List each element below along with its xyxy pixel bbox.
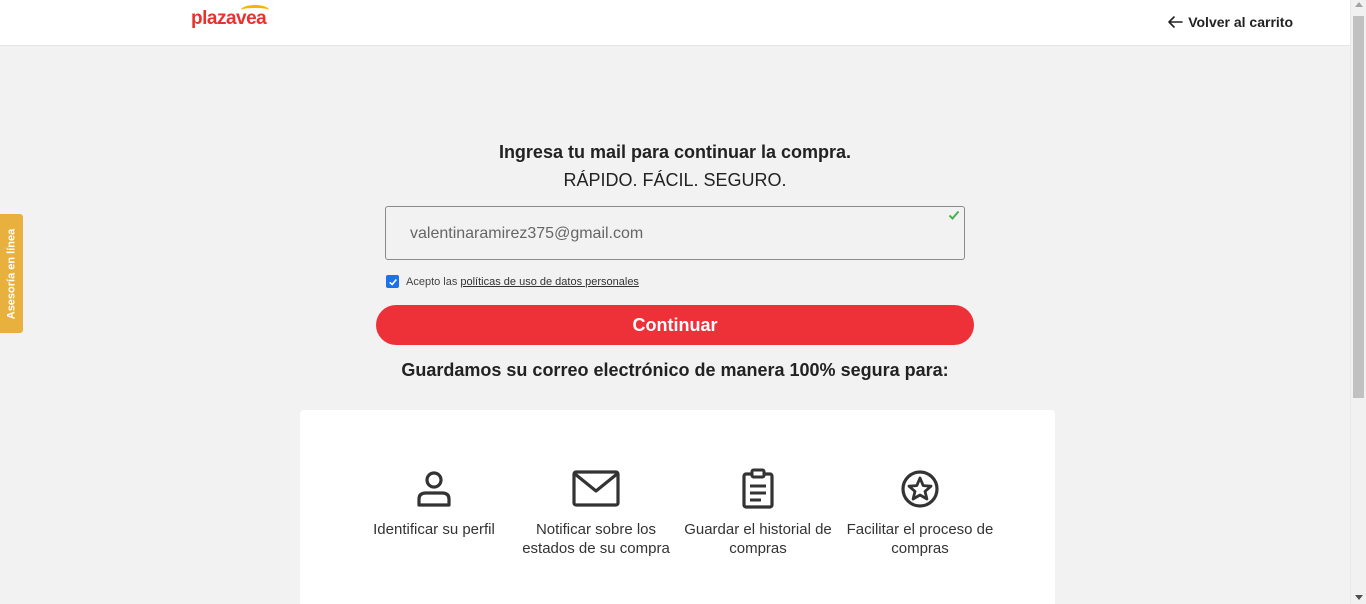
- feature-save-history: Guardar el historial de compras: [683, 468, 833, 558]
- feature-notify-status: Notificar sobre los estados de su compra: [521, 468, 671, 558]
- back-to-cart-label: Volver al carrito: [1188, 14, 1293, 30]
- feature-label: Identificar su perfil: [373, 521, 495, 538]
- user-icon: [417, 471, 451, 507]
- terms-row: Acepto las políticas de uso de datos per…: [386, 275, 639, 288]
- clipboard-icon: [742, 468, 774, 509]
- arrow-left-icon: [1168, 16, 1184, 28]
- terms-checkbox[interactable]: [386, 275, 399, 288]
- star-icon: [901, 470, 939, 508]
- plazavea-logo[interactable]: plazavea: [191, 5, 269, 30]
- feature-label: Facilitar el proceso de compras: [846, 521, 994, 557]
- scroll-up-arrow-icon[interactable]: [1355, 2, 1363, 7]
- online-help-tab[interactable]: Asesoría en línea: [0, 214, 23, 333]
- terms-prefix: Acepto las: [406, 275, 458, 288]
- checkmark-icon: [388, 278, 397, 286]
- scroll-thumb[interactable]: [1353, 16, 1364, 398]
- feature-label: Guardar el historial de compras: [684, 521, 832, 557]
- feature-identify-profile: Identificar su perfil: [359, 468, 509, 539]
- feature-ease-purchase: Facilitar el proceso de compras: [845, 468, 995, 558]
- email-input[interactable]: valentinaramirez375@gmail.com: [385, 206, 965, 260]
- online-help-label: Asesoría en línea: [5, 228, 18, 319]
- privacy-policy-link[interactable]: políticas de uso de datos personales: [460, 276, 639, 288]
- scroll-down-arrow-icon[interactable]: [1355, 595, 1363, 600]
- feature-label: Notificar sobre los estados de su compra: [522, 521, 670, 557]
- mail-icon: [572, 470, 620, 507]
- scrollbar[interactable]: [1350, 0, 1366, 604]
- secure-title: Guardamos su correo electrónico de maner…: [401, 360, 949, 380]
- logo-swoosh: [241, 5, 269, 15]
- valid-check-icon: [948, 210, 960, 220]
- continue-button[interactable]: Continuar: [376, 305, 974, 345]
- page-subtitle: RÁPIDO. FÁCIL. SEGURO.: [563, 170, 787, 190]
- email-input-value: valentinaramirez375@gmail.com: [410, 225, 644, 242]
- back-to-cart-link[interactable]: Volver al carrito: [1166, 13, 1293, 31]
- logo-plaza-text: plaza: [191, 8, 237, 29]
- features-card: Identificar su perfil Notificar sobre lo…: [300, 410, 1055, 604]
- header: plazavea Volver al carrito: [0, 0, 1350, 46]
- page-title: Ingresa tu mail para continuar la compra…: [498, 142, 852, 162]
